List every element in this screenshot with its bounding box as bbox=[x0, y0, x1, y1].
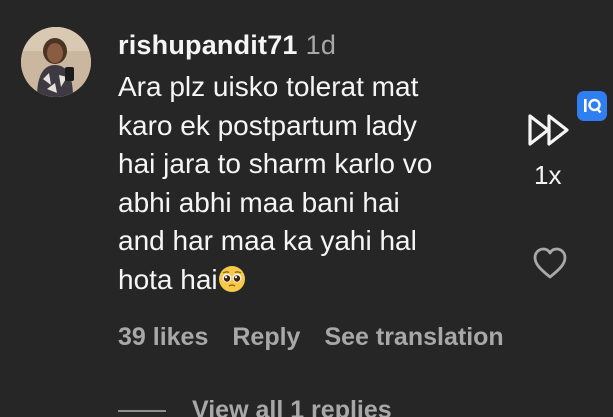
comment-actions: 39 likes Reply See translation bbox=[118, 323, 528, 352]
avatar-image bbox=[21, 27, 91, 97]
comment-body: Ara plz uisko tolerat mat karo ek postpa… bbox=[118, 68, 508, 299]
likes-count[interactable]: 39 likes bbox=[118, 323, 208, 351]
comment-header: rishupandit71 1d bbox=[118, 30, 336, 61]
reply-button[interactable]: Reply bbox=[232, 323, 300, 351]
pleading-face-emoji bbox=[218, 265, 245, 292]
heart-icon[interactable] bbox=[532, 246, 568, 280]
avatar[interactable] bbox=[21, 27, 91, 97]
comment-screen: rishupandit71 1d Ara plz uisko tolerat ma… bbox=[0, 0, 613, 417]
view-replies-button[interactable]: View all 1 replies bbox=[192, 396, 392, 417]
timestamp: 1d bbox=[305, 30, 337, 60]
see-translation-button[interactable]: See translation bbox=[324, 323, 503, 351]
extension-badge-icon[interactable] bbox=[577, 91, 607, 121]
replies-divider bbox=[118, 410, 166, 412]
q-glyph-icon bbox=[584, 98, 602, 114]
fast-forward-icon[interactable] bbox=[525, 112, 575, 148]
username-link[interactable]: rishupandit71 bbox=[118, 30, 298, 60]
comment-text: Ara plz uisko tolerat mat karo ek postpa… bbox=[118, 71, 433, 295]
playback-speed-label[interactable]: 1x bbox=[534, 160, 561, 191]
